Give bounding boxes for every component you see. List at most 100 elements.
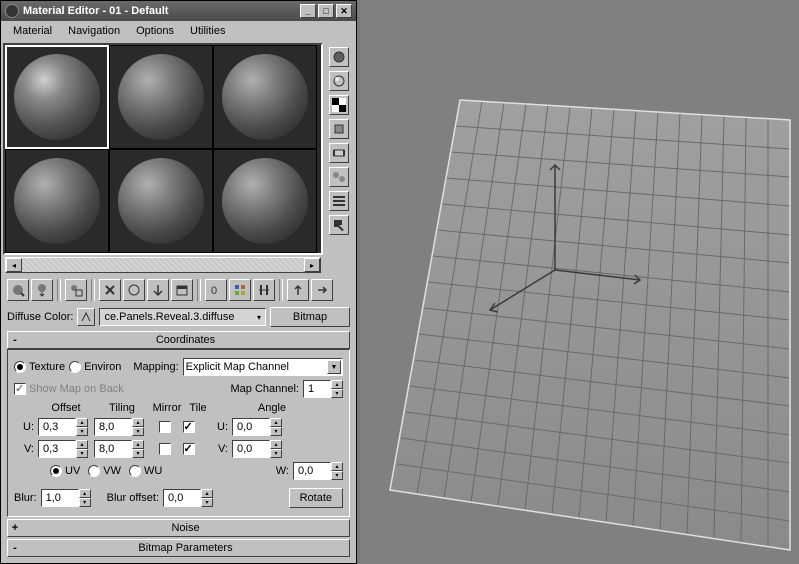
sample-slot-2[interactable] (109, 45, 213, 149)
noise-title: Noise (22, 522, 349, 534)
window-title: Material Editor - 01 - Default (23, 5, 168, 17)
background-button[interactable] (329, 95, 349, 115)
viewport-scene (360, 0, 799, 564)
environ-radio[interactable]: Environ (69, 361, 121, 373)
scroll-right-button[interactable]: ▸ (304, 258, 320, 272)
select-by-material-button[interactable] (329, 215, 349, 235)
vw-radio[interactable]: VW (88, 465, 121, 477)
u-tiling-spinner[interactable]: 8,0▴▾ (94, 418, 144, 436)
get-material-button[interactable] (7, 279, 29, 301)
minimize-button[interactable]: _ (300, 4, 316, 18)
bluroff-spinner[interactable]: 0,0▴▾ (163, 489, 213, 507)
u-offset-spinner[interactable]: 0,3▴▾ (38, 418, 88, 436)
u-mirror-check[interactable] (154, 421, 178, 433)
assign-to-selection-button[interactable] (65, 279, 87, 301)
map-channel-spinner[interactable]: 1▴▾ (303, 380, 343, 398)
make-unique-button[interactable] (147, 279, 169, 301)
map-channel-label: Map Channel: (231, 383, 300, 395)
mapping-label: Mapping: (133, 361, 178, 373)
options-button[interactable] (329, 191, 349, 211)
tile-header: Tile (184, 402, 212, 414)
sample-slot-1[interactable] (5, 45, 109, 149)
texture-radio[interactable]: Texture (14, 361, 65, 373)
noise-header[interactable]: + Noise (7, 519, 350, 537)
menu-navigation[interactable]: Navigation (60, 23, 128, 39)
go-forward-button[interactable] (311, 279, 333, 301)
sphere-icon (118, 54, 204, 140)
v-tile-check[interactable] (178, 443, 202, 455)
collapse-icon: - (8, 542, 22, 554)
sample-sidebar (323, 43, 353, 255)
sample-grid (3, 43, 323, 255)
material-id-button[interactable]: 0 (205, 279, 227, 301)
app-icon (5, 4, 19, 18)
viewport-3d[interactable] (360, 0, 799, 564)
close-button[interactable]: ✕ (336, 4, 352, 18)
u-angle-spinner[interactable]: 0,0▴▾ (232, 418, 282, 436)
coordinates-header[interactable]: - Coordinates (7, 331, 350, 349)
put-to-library-button[interactable] (171, 279, 193, 301)
main-toolbar: 0 (1, 275, 356, 305)
bitmap-params-header[interactable]: - Bitmap Parameters (7, 539, 350, 557)
map-name-field[interactable]: ce.Panels.Reveal.3.diffuse▾ (99, 308, 266, 326)
go-to-parent-button[interactable] (287, 279, 309, 301)
map-type-button[interactable]: Bitmap (270, 307, 350, 327)
noise-rollout: + Noise (7, 519, 350, 537)
sample-hscroll[interactable]: ◂ ▸ (5, 257, 321, 273)
sphere-icon (14, 54, 100, 140)
sample-uv-button[interactable] (329, 119, 349, 139)
v-label: V: (14, 443, 38, 455)
tiling-header: Tiling (94, 402, 150, 414)
bitmap-params-title: Bitmap Parameters (22, 542, 349, 554)
sphere-icon (222, 54, 308, 140)
pick-map-button[interactable] (77, 308, 95, 326)
maximize-button[interactable]: □ (318, 4, 334, 18)
wu-radio[interactable]: WU (129, 465, 162, 477)
rotate-button[interactable]: Rotate (289, 488, 343, 508)
titlebar[interactable]: Material Editor - 01 - Default _ □ ✕ (1, 1, 356, 21)
sample-slot-4[interactable] (5, 149, 109, 253)
show-map-check[interactable]: Show Map on Back (14, 383, 124, 395)
dropdown-icon: ▼ (327, 360, 341, 374)
u-label: U: (14, 421, 38, 433)
backlight-button[interactable] (329, 71, 349, 91)
v-tiling-spinner[interactable]: 8,0▴▾ (94, 440, 144, 458)
put-to-scene-button[interactable] (31, 279, 53, 301)
map-type-text: Bitmap (293, 311, 327, 323)
sample-slot-5[interactable] (109, 149, 213, 253)
scroll-left-button[interactable]: ◂ (6, 258, 22, 272)
show-in-viewport-button[interactable] (229, 279, 251, 301)
menu-utilities[interactable]: Utilities (182, 23, 233, 39)
reset-map-button[interactable] (99, 279, 121, 301)
v-angle-spinner[interactable]: 0,0▴▾ (232, 440, 282, 458)
scroll-track[interactable] (22, 258, 304, 272)
offset-header: Offset (38, 402, 94, 414)
expand-icon: + (8, 522, 22, 534)
sphere-icon (118, 158, 204, 244)
make-copy-button[interactable] (123, 279, 145, 301)
show-end-result-button[interactable] (253, 279, 275, 301)
uv-radio[interactable]: UV (50, 465, 80, 477)
blur-label: Blur: (14, 492, 37, 504)
sample-type-button[interactable] (329, 47, 349, 67)
v-mirror-check[interactable] (154, 443, 178, 455)
menu-material[interactable]: Material (5, 23, 60, 39)
mirror-header: Mirror (150, 402, 184, 414)
v-angle-label: V: (202, 443, 232, 455)
collapse-icon: - (8, 334, 22, 346)
sphere-icon (14, 158, 100, 244)
sample-slot-3[interactable] (213, 45, 317, 149)
menubar: Material Navigation Options Utilities (1, 21, 356, 41)
diffuse-row: Diffuse Color: ce.Panels.Reveal.3.diffus… (1, 305, 356, 329)
mapping-select[interactable]: Explicit Map Channel ▼ (183, 358, 343, 376)
diffuse-label: Diffuse Color: (7, 311, 73, 323)
video-color-button[interactable] (329, 143, 349, 163)
sample-area (1, 41, 356, 257)
u-tile-check[interactable] (178, 421, 202, 433)
blur-spinner[interactable]: 1,0▴▾ (41, 489, 91, 507)
make-preview-button[interactable] (329, 167, 349, 187)
w-angle-spinner[interactable]: 0,0▴▾ (293, 462, 343, 480)
sample-slot-6[interactable] (213, 149, 317, 253)
v-offset-spinner[interactable]: 0,3▴▾ (38, 440, 88, 458)
menu-options[interactable]: Options (128, 23, 182, 39)
